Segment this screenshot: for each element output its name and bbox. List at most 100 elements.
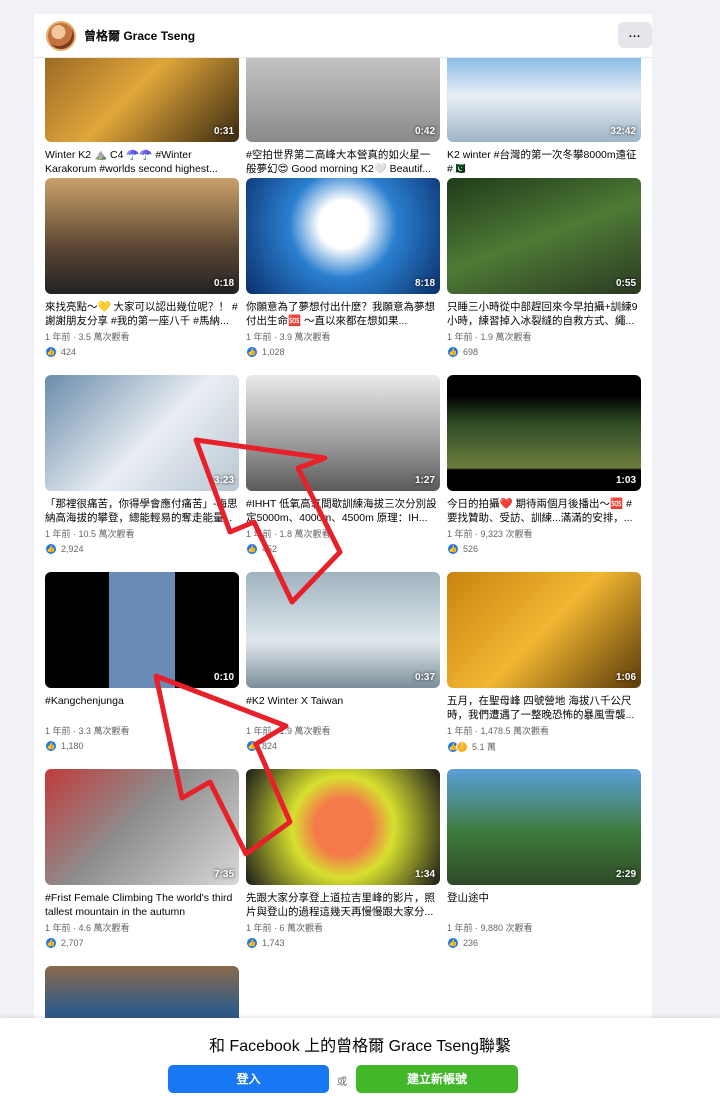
reaction-summary[interactable]: 👍 1,180 [45, 740, 239, 752]
video-card[interactable]: 0:55 只睡三小時從中部趕回來今早拍攝+訓練9小時，練習掉入冰裂縫的自救方式、繩… [447, 178, 641, 358]
video-title[interactable]: 只睡三小時從中部趕回來今早拍攝+訓練9小時，練習掉入冰裂縫的自救方式、繩... [447, 300, 641, 328]
video-card[interactable]: 1:27 #IHHT 低氧高氧間歇訓練海拔三次分別設定5000m、4000m、45… [246, 375, 440, 555]
video-title[interactable]: #Kangchenjunga [45, 694, 239, 722]
video-thumbnail[interactable]: 1:06 [447, 572, 641, 688]
video-grid: 0:31 Winter K2 ⛰️ C4 ☂️☂️ #Winter Karakor… [34, 58, 652, 1018]
video-card[interactable]: 1:06 五月，在聖母峰 四號營地 海拔八千公尺時，我們遭遇了一整晚恐怖的暴風雪襲… [447, 572, 641, 753]
reaction-count: 698 [463, 347, 479, 357]
video-meta: 1 年前 · 1.9 萬次觀看 [246, 726, 331, 736]
video-thumbnail[interactable]: 0:42 [246, 58, 440, 142]
avatar[interactable] [46, 20, 76, 51]
login-footer: 和 Facebook 上的曾格爾 Grace Tseng聯繫 登入 或 建立新帳… [0, 1018, 720, 1111]
reaction-count: 1,743 [262, 938, 285, 948]
video-thumbnail[interactable]: 7:35 [45, 769, 239, 885]
video-meta: 1 年前 · 1,478.5 萬次觀看 [447, 726, 550, 736]
video-card[interactable]: 0:18 來找亮點～💛 大家可以認出幾位呢？！ #謝謝朋友分享 #我的第一座八千 … [45, 178, 239, 358]
like-reaction-icon: 👍 [447, 937, 459, 949]
video-card[interactable]: 7:35 #Frist Female Climbing The world's t… [45, 769, 239, 949]
video-meta: 1 年前 · 6 萬次觀看 [246, 923, 324, 933]
like-reaction-icon: 👍 [45, 543, 57, 555]
video-thumbnail[interactable]: 0:37 [246, 572, 440, 688]
video-meta: 1 年前 · 10.5 萬次觀看 [45, 529, 135, 539]
video-card[interactable]: 2:29 登山途中 1 年前 · 9,880 次觀看 👍 236 [447, 769, 641, 949]
like-reaction-icon: 👍 [45, 740, 57, 752]
video-title[interactable]: #Frist Female Climbing The world's third… [45, 891, 239, 919]
video-thumbnail[interactable]: 1:34 [246, 769, 440, 885]
video-card[interactable]: 1:34 先跟大家分享登上道拉吉里峰的影片，照片與登山的過程這幾天再慢慢跟大家分.… [246, 769, 440, 949]
video-title[interactable]: #K2 Winter X Taiwan [246, 694, 440, 722]
video-title[interactable]: 今日的拍攝❤️ 期待兩個月後播出～🆘 #要找贊助、受訪、訓練...滿滿的安排，.… [447, 497, 641, 525]
video-card[interactable] [45, 966, 239, 1018]
or-text: 或 [337, 1077, 347, 1088]
video-duration: 7:35 [213, 869, 234, 880]
video-thumbnail[interactable] [45, 966, 239, 1018]
video-card[interactable]: 1:03 今日的拍攝❤️ 期待兩個月後播出～🆘 #要找贊助、受訪、訓練...滿滿的… [447, 375, 641, 555]
video-title[interactable]: #空拍世界第二高峰大本營真的如火星一般夢幻😍 Good morning K2🤍 … [246, 148, 440, 176]
video-thumbnail[interactable]: 0:31 [45, 58, 239, 142]
like-reaction-icon: 👍 [45, 346, 57, 358]
video-thumbnail[interactable]: 1:03 [447, 375, 641, 491]
like-reaction-icon: 👍 [246, 543, 258, 555]
video-title[interactable]: 先跟大家分享登上道拉吉里峰的影片，照片與登山的過程這幾天再慢慢跟大家分... [246, 891, 440, 919]
video-meta: 1 年前 · 9,323 次觀看 [447, 529, 533, 539]
reaction-count: 452 [262, 544, 278, 554]
video-meta: 1 年前 · 1.9 萬次觀看 [447, 332, 532, 342]
reaction-summary[interactable]: 👍 824 [246, 740, 440, 752]
video-card[interactable]: 3:23 「那裡很痛苦，你得學會應付痛苦」-梅思納高海拔的攀登，總能輕易的奪走能量… [45, 375, 239, 555]
video-title[interactable]: #IHHT 低氧高氧間歇訓練海拔三次分別設定5000m、4000m、4500m … [246, 497, 440, 525]
reaction-count: 2,924 [61, 544, 84, 554]
video-thumbnail[interactable]: 0:18 [45, 178, 239, 294]
create-account-button[interactable]: 建立新帳號 [356, 1065, 518, 1093]
video-thumbnail[interactable]: 32:42 [447, 58, 641, 142]
reaction-summary[interactable]: 👍 698 [447, 346, 641, 358]
video-thumbnail[interactable]: 3:23 [45, 375, 239, 491]
video-duration: 32:42 [610, 126, 636, 137]
reaction-count: 526 [463, 544, 479, 554]
reaction-count: 424 [61, 347, 77, 357]
video-meta: 1 年前 · 4.6 萬次觀看 [45, 923, 130, 933]
video-duration: 1:27 [414, 475, 435, 486]
reaction-summary[interactable]: 👍 1,743 [246, 937, 440, 949]
video-duration: 1:03 [615, 475, 636, 486]
video-thumbnail[interactable]: 0:10 [45, 572, 239, 688]
more-options-button[interactable]: ... [618, 22, 652, 48]
video-thumbnail[interactable]: 1:27 [246, 375, 440, 491]
reaction-count: 5.1 萬 [472, 742, 497, 752]
reaction-summary[interactable]: 👍 1,028 [246, 346, 440, 358]
video-duration: 0:31 [213, 126, 234, 137]
video-duration: 2:29 [615, 869, 636, 880]
video-title[interactable]: K2 winter #台灣的第一次冬攀8000m遠征 #🇵🇰 [447, 148, 641, 176]
connect-text: 和 Facebook 上的曾格爾 Grace Tseng聯繫 [208, 1038, 512, 1055]
like-reaction-icon: 👍 [246, 937, 258, 949]
like-reaction-icon: 👍 [45, 937, 57, 949]
video-title[interactable]: 五月，在聖母峰 四號營地 海拔八千公尺時，我們遭遇了一整晚恐怖的暴風雪襲... [447, 694, 641, 722]
video-thumbnail[interactable]: 8:18 [246, 178, 440, 294]
reaction-count: 2,707 [61, 938, 84, 948]
video-thumbnail[interactable]: 0:55 [447, 178, 641, 294]
video-title[interactable]: 登山途中 [447, 891, 641, 919]
reaction-summary[interactable]: 👍 2,707 [45, 937, 239, 949]
video-meta: 1 年前 · 3.3 萬次觀看 [45, 726, 130, 736]
reaction-summary[interactable]: 👍 236 [447, 937, 641, 949]
reaction-summary[interactable]: 👍! 5.1 萬 [447, 740, 641, 753]
video-title[interactable]: Winter K2 ⛰️ C4 ☂️☂️ #Winter Karakorum #… [45, 148, 239, 176]
video-card[interactable]: 8:18 你願意為了夢想付出什麼？我願意為夢想付出生命🆘 ～直以來都在想如果...… [246, 178, 440, 358]
page-name[interactable]: 曾格爾 Grace Tseng [84, 27, 195, 44]
video-card[interactable]: 0:10 #Kangchenjunga 1 年前 · 3.3 萬次觀看 👍 1,180 [45, 572, 239, 752]
reaction-summary[interactable]: 👍 2,924 [45, 543, 239, 555]
video-meta: 1 年前 · 9,880 次觀看 [447, 923, 533, 933]
reaction-summary[interactable]: 👍 452 [246, 543, 440, 555]
login-button[interactable]: 登入 [168, 1065, 329, 1093]
video-duration: 1:06 [615, 672, 636, 683]
video-title[interactable]: 「那裡很痛苦，你得學會應付痛苦」-梅思納高海拔的攀登，總能輕易的奪走能量... [45, 497, 239, 525]
video-duration: 0:42 [414, 126, 435, 137]
video-title[interactable]: 來找亮點～💛 大家可以認出幾位呢？！ #謝謝朋友分享 #我的第一座八千 #馬納.… [45, 300, 239, 328]
video-duration: 1:34 [414, 869, 435, 880]
video-card[interactable]: 0:37 #K2 Winter X Taiwan 1 年前 · 1.9 萬次觀看 👍 8… [246, 572, 440, 752]
reaction-summary[interactable]: 👍 424 [45, 346, 239, 358]
video-thumbnail[interactable]: 2:29 [447, 769, 641, 885]
reaction-summary[interactable]: 👍 526 [447, 543, 641, 555]
video-duration: 0:55 [615, 278, 636, 289]
video-duration: 0:18 [213, 278, 234, 289]
video-title[interactable]: 你願意為了夢想付出什麼？我願意為夢想付出生命🆘 ～直以來都在想如果... [246, 300, 440, 328]
